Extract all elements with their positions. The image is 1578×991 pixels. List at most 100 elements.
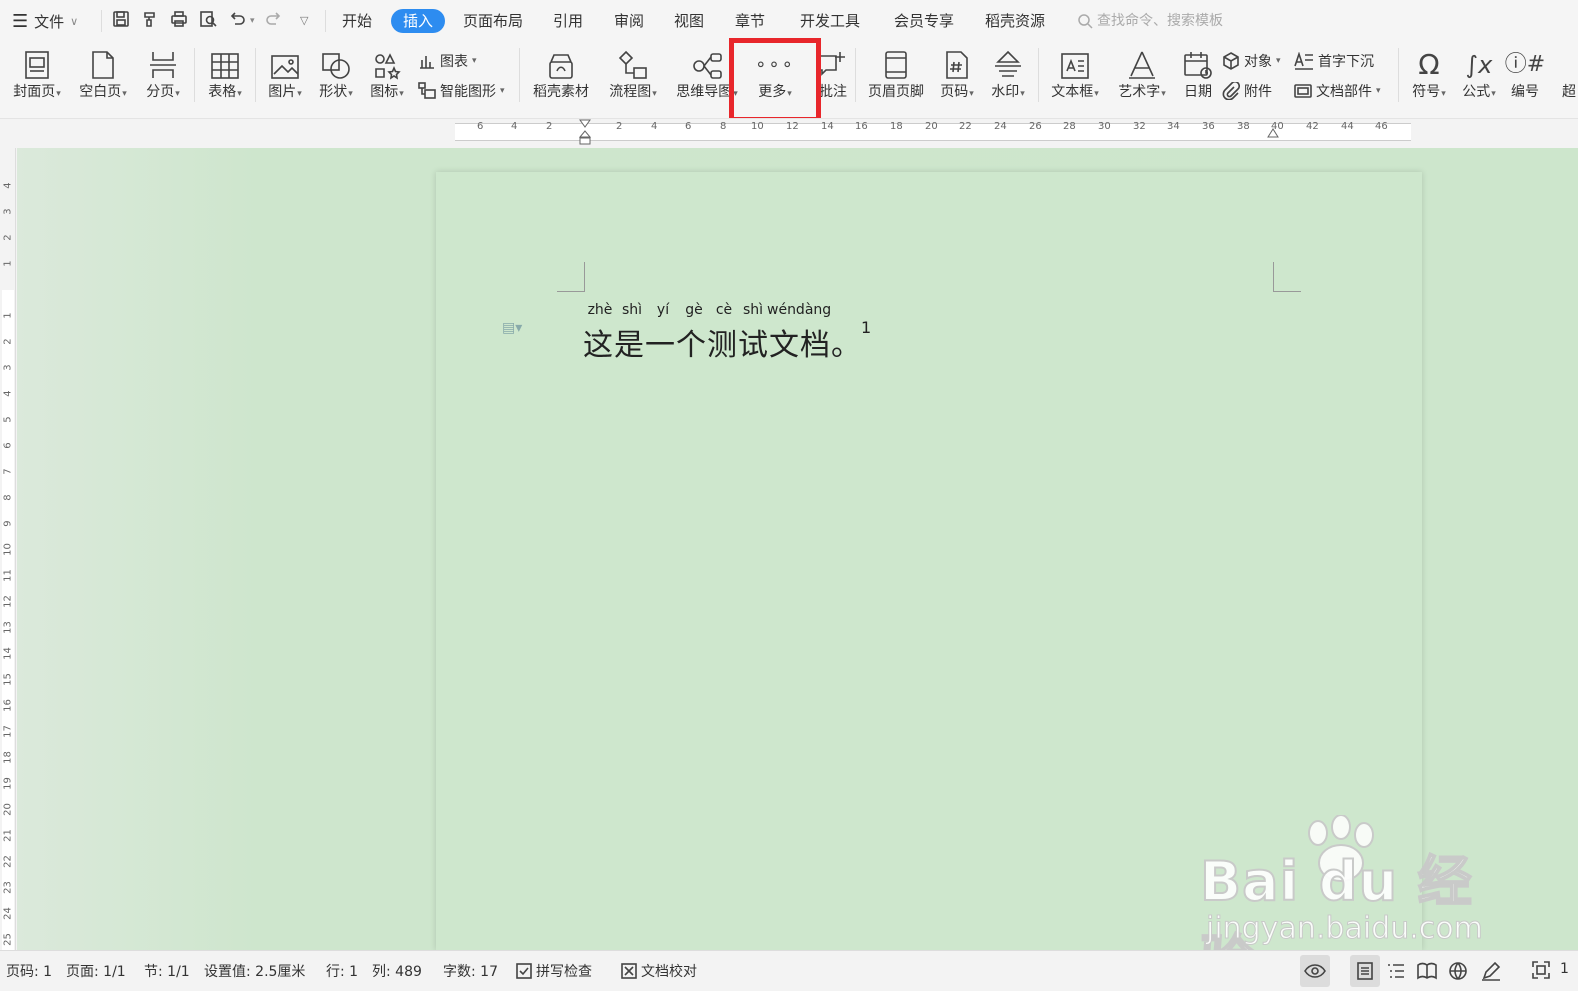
command-search[interactable]: 查找命令、搜索模板 (1077, 9, 1223, 33)
picture-label: 图片 (268, 84, 297, 100)
zoom-level-partial[interactable]: 1 (1560, 961, 1569, 977)
undo-dropdown-icon[interactable]: ▾ (250, 16, 255, 26)
smartart-icon (418, 82, 436, 99)
icon-library-button[interactable]: 图标▾ (364, 42, 410, 106)
print-icon[interactable] (170, 10, 188, 33)
object-button[interactable]: 对象 ▾ (1222, 49, 1281, 73)
file-menu[interactable]: ☰ 文件 ∨ (12, 9, 78, 33)
attachment-button[interactable]: 附件 (1222, 79, 1272, 103)
object-icon (1223, 52, 1239, 70)
smartart-label: 智能图形 (440, 84, 496, 100)
numbering-icon: ⓘ# (1504, 52, 1546, 77)
reading-view-icon[interactable] (1417, 962, 1437, 980)
tab-developer[interactable]: 开发工具 (800, 9, 860, 33)
header-footer-button[interactable]: 页眉页脚 (862, 42, 930, 106)
date-button[interactable]: 日期 (1179, 42, 1217, 106)
fit-page-icon[interactable] (1532, 961, 1550, 979)
ruler-number: 8 (2, 494, 14, 501)
status-column[interactable]: 列: 489 (372, 961, 422, 981)
formula-label: 公式 (1462, 84, 1491, 100)
ruler-number: 12 (786, 121, 799, 132)
picture-button[interactable]: 图片▾ (262, 42, 308, 106)
print-preview-icon[interactable] (199, 10, 217, 33)
ruler-number: 13 (2, 621, 14, 634)
ruler-number: 8 (720, 121, 727, 132)
ruler-number: 20 (2, 803, 14, 816)
tab-docer-resources[interactable]: 稻壳资源 (985, 9, 1045, 33)
drop-cap-button[interactable]: 首字下沉 (1294, 49, 1374, 73)
baidu-jingyan-watermark: Bai du 经验 jingyan.baidu.com (1199, 815, 1500, 991)
redo-icon[interactable] (265, 10, 283, 33)
tab-review[interactable]: 审阅 (614, 9, 644, 33)
flowchart-button[interactable]: 流程图▾ (604, 42, 662, 106)
tab-insert[interactable]: 插入 (391, 9, 446, 33)
status-row[interactable]: 行: 1 (326, 961, 358, 981)
tab-start[interactable]: 开始 (342, 9, 372, 33)
blank-page-button[interactable]: 空白页▾ (74, 42, 132, 106)
outline-view-icon[interactable] (1387, 962, 1405, 980)
tab-view[interactable]: 视图 (674, 9, 704, 33)
doc-parts-label: 文档部件 (1316, 84, 1372, 100)
ruler-number: 28 (1063, 121, 1076, 132)
formula-button[interactable]: ∫x 公式▾ (1456, 42, 1502, 106)
blank-page-label: 空白页 (79, 84, 122, 100)
calendar-icon (1184, 52, 1212, 79)
mindmap-label: 思维导图 (676, 84, 733, 100)
paragraph-handle-icon[interactable]: ▤▾ (502, 320, 522, 336)
symbol-label: 符号 (1412, 84, 1441, 100)
ruler-number: 6 (685, 121, 692, 132)
page-view-button[interactable] (1350, 955, 1380, 987)
attachment-label: 附件 (1244, 84, 1272, 100)
right-indent-marker[interactable] (1266, 127, 1280, 143)
symbol-button[interactable]: Ω 符号▾ (1406, 42, 1452, 106)
smartart-button[interactable]: 智能图形 ▾ (418, 79, 505, 103)
table-button[interactable]: 表格▾ (202, 42, 248, 106)
tab-references[interactable]: 引用 (553, 9, 583, 33)
proofread-button[interactable]: 文档校对 (621, 961, 697, 981)
flowchart-label: 流程图 (609, 84, 652, 100)
tab-page-layout[interactable]: 页面布局 (463, 9, 523, 33)
paperclip-icon (1222, 82, 1240, 100)
status-page[interactable]: 页面: 1/1 (66, 961, 126, 981)
status-setting-value[interactable]: 设置值: 2.5厘米 (204, 961, 305, 981)
watermark-label: 水印 (991, 84, 1020, 100)
page-number-button[interactable]: 页码▾ (935, 42, 979, 106)
tab-section[interactable]: 章节 (735, 9, 765, 33)
cover-page-button[interactable]: 封面页▾ (8, 42, 66, 106)
chart-button[interactable]: 图表 ▾ (418, 49, 477, 73)
doc-parts-button[interactable]: 文档部件 ▾ (1294, 79, 1381, 103)
ruler-number: 12 (2, 595, 14, 608)
status-word-count[interactable]: 字数: 17 (443, 961, 498, 981)
numbering-button[interactable]: ⓘ# 编号 (1504, 42, 1546, 106)
shape-button[interactable]: 形状▾ (313, 42, 359, 106)
document-paragraph[interactable]: zhè shì yí gè cè shì wéndàng 这是一个测试文档。 1 (583, 302, 871, 364)
status-section[interactable]: 节: 1/1 (144, 961, 190, 981)
wordart-button[interactable]: 艺术字▾ (1112, 42, 1172, 106)
customize-toolbar-icon[interactable]: ▽ (300, 14, 308, 27)
pinyin-syllable: zhè (587, 302, 613, 318)
pen-icon[interactable] (1481, 961, 1501, 981)
ruler-number: 30 (1098, 121, 1111, 132)
eye-protection-toggle[interactable] (1300, 955, 1330, 987)
indent-marker[interactable] (578, 119, 592, 145)
status-page-number[interactable]: 页码: 1 (6, 961, 52, 981)
docer-material-button[interactable]: 稻壳素材 (529, 42, 593, 106)
page-break-button[interactable]: 分页▾ (140, 42, 186, 106)
chart-icon (420, 56, 434, 69)
tab-member[interactable]: 会员专享 (894, 9, 954, 33)
overflow-button[interactable]: 超 (1560, 42, 1578, 106)
date-label: 日期 (1184, 84, 1212, 100)
textbox-button[interactable]: 文本框▾ (1045, 42, 1105, 106)
save-icon[interactable] (112, 10, 130, 33)
picture-icon (271, 55, 299, 79)
blank-page-icon (92, 51, 114, 79)
undo-icon[interactable] (228, 10, 246, 33)
hamburger-icon: ☰ (12, 10, 29, 32)
format-painter-icon[interactable] (141, 10, 159, 33)
pinyin-syllable: shì (742, 302, 764, 318)
document-text[interactable]: 这是一个测试文档。 (583, 320, 862, 364)
spell-check-button[interactable]: 拼写检查 (516, 961, 592, 981)
watermark-button[interactable]: 水印▾ (985, 42, 1031, 106)
footnote-mark[interactable]: 1 (861, 318, 871, 337)
web-view-icon[interactable] (1449, 962, 1467, 980)
